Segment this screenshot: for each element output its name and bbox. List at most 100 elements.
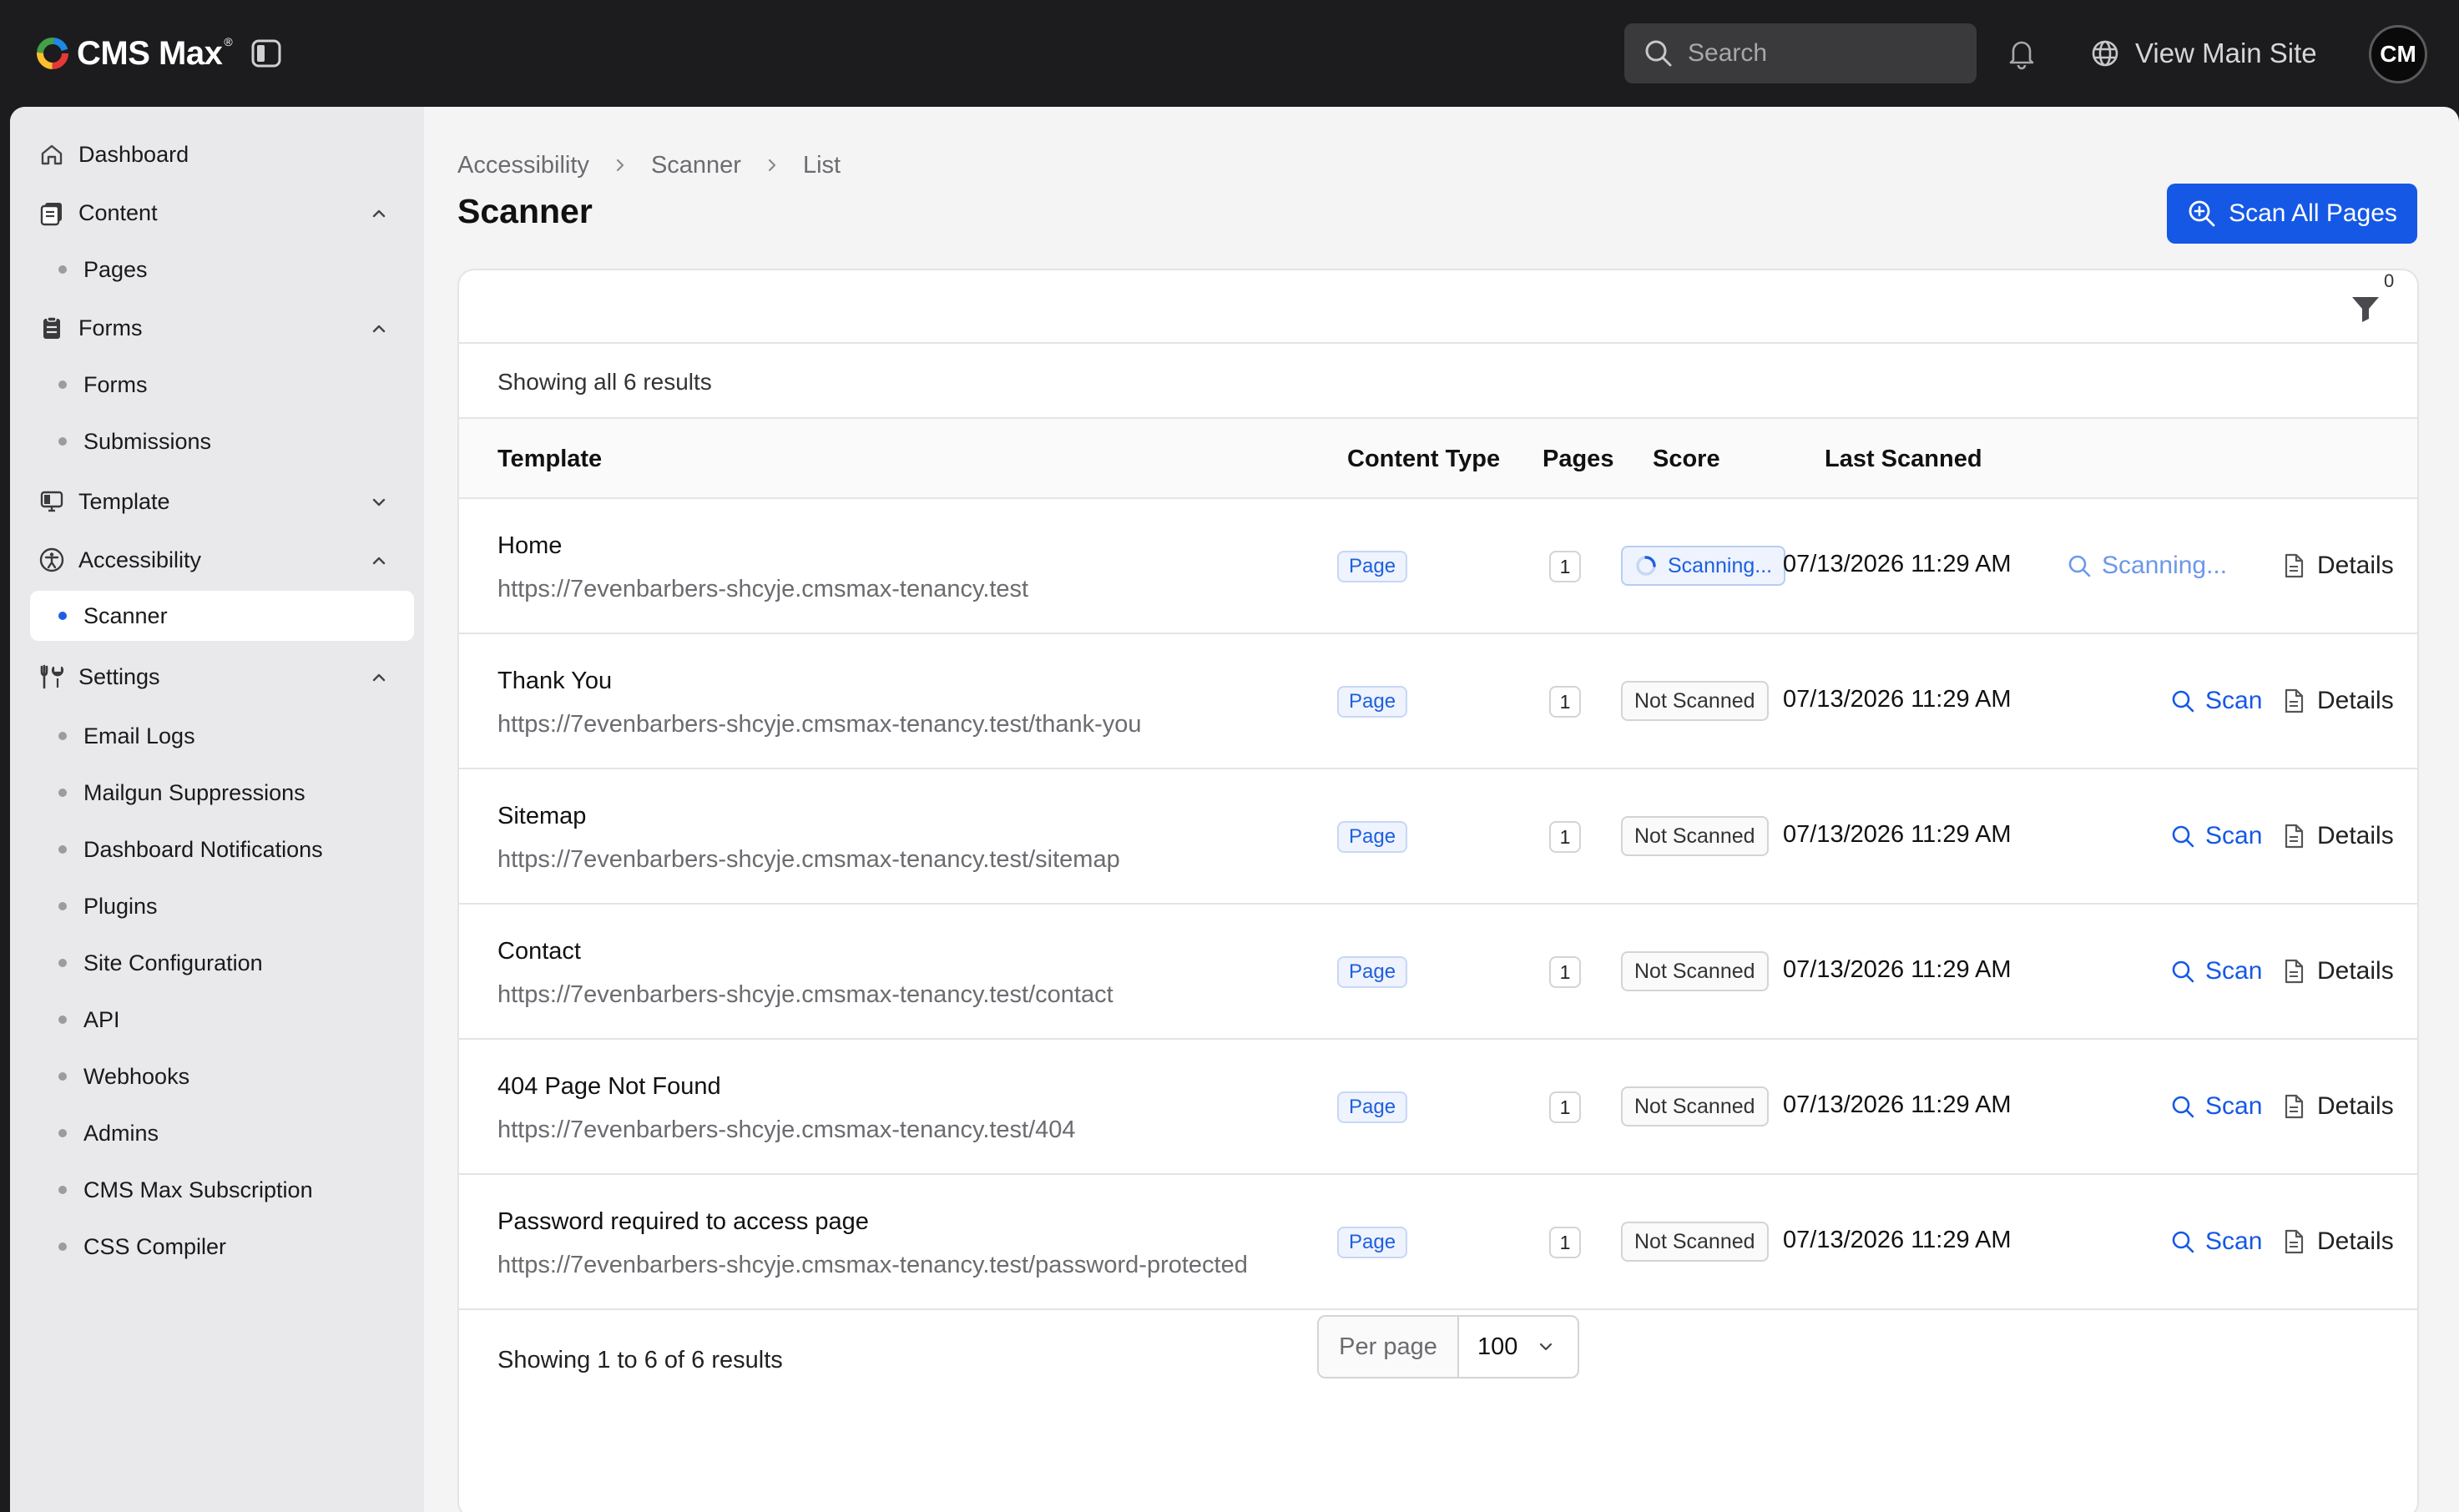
chevron-down-icon[interactable]	[367, 491, 391, 514]
sidebar-item-label: Plugins	[83, 893, 158, 919]
top-bar: CMS Max ® View Main Site CM	[0, 0, 2459, 107]
chevron-right-icon	[616, 159, 624, 172]
sidebar-toggle-icon[interactable]	[250, 38, 282, 68]
score-status-label: Not Scanned	[1634, 959, 1755, 983]
scan-button[interactable]: Scan	[2170, 1090, 2262, 1123]
document-icon	[2285, 553, 2304, 578]
sidebar-item-forms[interactable]: Forms	[38, 307, 143, 349]
view-main-site-label: View Main Site	[2135, 38, 2317, 68]
score-status-label: Not Scanned	[1634, 1094, 1755, 1118]
sidebar-item-settings-sub[interactable]: API	[58, 999, 120, 1041]
details-button[interactable]: Details	[2282, 819, 2394, 853]
scan-button[interactable]: Scan	[2170, 955, 2262, 988]
sidebar-item-pages[interactable]: Pages	[58, 249, 148, 290]
breadcrumb-item-scanner[interactable]: Scanner	[651, 152, 741, 179]
search-icon	[1645, 40, 1672, 67]
forms-icon	[43, 316, 60, 339]
settings-icon	[40, 664, 64, 689]
column-header-template[interactable]: Template	[497, 446, 602, 473]
spinner-icon	[1636, 556, 1656, 576]
bullet-dot	[58, 732, 67, 740]
sidebar-item-settings-sub[interactable]: Plugins	[58, 885, 158, 927]
document-icon	[2285, 1229, 2304, 1254]
column-header-score[interactable]: Score	[1653, 446, 1720, 473]
scan-button[interactable]: Scan	[2170, 819, 2262, 853]
pages-count-badge: 1	[1549, 821, 1581, 853]
column-header-pages[interactable]: Pages	[1543, 446, 1613, 473]
bullet-dot	[58, 612, 67, 620]
sidebar-item-settings-sub[interactable]: CSS Compiler	[58, 1226, 226, 1268]
pages-count-badge: 1	[1549, 686, 1581, 718]
sidebar-item-template[interactable]: Template	[38, 481, 170, 522]
details-button[interactable]: Details	[2282, 684, 2394, 718]
scanning-indicator: Scanning...	[2067, 549, 2227, 582]
sidebar-item-settings-sub[interactable]: Email Logs	[58, 715, 195, 757]
chevron-up-icon[interactable]	[367, 666, 391, 689]
chevron-up-icon[interactable]	[367, 202, 391, 225]
avatar[interactable]: CM	[2369, 25, 2427, 83]
zoom-plus-icon	[2189, 200, 2215, 227]
sidebar-item-settings-sub[interactable]: Dashboard Notifications	[58, 829, 323, 870]
breadcrumb-item-accessibility[interactable]: Accessibility	[457, 152, 589, 179]
sidebar-item-accessibility[interactable]: Accessibility	[38, 539, 201, 581]
bell-icon[interactable]	[2005, 37, 2038, 70]
per-page-label: Per page	[1319, 1317, 1459, 1377]
details-button[interactable]: Details	[2282, 955, 2394, 988]
sidebar-item-dashboard[interactable]: Dashboard	[38, 134, 189, 175]
details-label: Details	[2317, 687, 2394, 714]
pages-count-badge: 1	[1549, 956, 1581, 988]
details-button[interactable]: Details	[2282, 1090, 2394, 1123]
scan-button[interactable]: Scan	[2170, 1225, 2262, 1258]
search-box[interactable]	[1624, 23, 1977, 83]
sidebar-item-submissions[interactable]: Submissions	[58, 421, 211, 462]
score-status-badge: Not Scanned	[1621, 816, 1769, 856]
details-button[interactable]: Details	[2282, 1225, 2394, 1258]
row-title: Sitemap	[497, 803, 587, 829]
sidebar-item-settings-sub[interactable]: CMS Max Subscription	[58, 1169, 313, 1211]
chevron-up-icon[interactable]	[367, 549, 391, 572]
sidebar-item-settings-sub[interactable]: Webhooks	[58, 1056, 189, 1097]
sidebar-item-scanner[interactable]: Scanner	[58, 595, 168, 637]
view-main-site-link[interactable]: View Main Site	[2090, 33, 2317, 73]
per-page-value[interactable]: 100	[1459, 1317, 1578, 1377]
details-label: Details	[2317, 1092, 2394, 1120]
scan-action-label: Scan	[2205, 1227, 2263, 1255]
breadcrumb-item-list: List	[802, 151, 841, 179]
search-icon	[2068, 555, 2091, 577]
divider	[459, 417, 2417, 419]
search-icon	[2172, 1096, 2194, 1118]
sidebar-item-settings-sub[interactable]: Site Configuration	[58, 942, 263, 984]
chevron-down-icon	[1540, 1343, 1553, 1351]
filter-icon[interactable]	[2347, 289, 2384, 325]
chevron-up-icon[interactable]	[367, 317, 391, 340]
results-summary: Showing all 6 results	[497, 369, 712, 395]
sidebar-item-settings-sub[interactable]: Admins	[58, 1112, 159, 1154]
per-page-select[interactable]: Per page 100	[1317, 1315, 1579, 1378]
sidebar-item-content[interactable]: Content	[38, 192, 158, 234]
accessibility-icon	[39, 547, 64, 572]
sidebar-item-forms-list[interactable]: Forms	[58, 364, 148, 406]
template-icon	[40, 491, 63, 512]
sidebar-item-settings-sub[interactable]: Mailgun Suppressions	[58, 772, 305, 814]
details-label: Details	[2317, 1227, 2394, 1255]
bullet-dot	[58, 845, 67, 854]
sidebar-item-settings[interactable]: Settings	[38, 656, 160, 698]
sidebar-item-label: Scanner	[83, 602, 168, 628]
scan-all-pages-button[interactable]: Scan All Pages	[2167, 184, 2417, 244]
last-scanned-date: 07/13/2026 11:29 AM	[1783, 821, 2012, 848]
details-button[interactable]: Details	[2282, 549, 2394, 582]
sidebar-item-label: Webhooks	[83, 1063, 190, 1089]
app-logo[interactable]: CMS Max ®	[35, 33, 233, 73]
last-scanned-date: 07/13/2026 11:29 AM	[1783, 956, 2012, 983]
row-title: Home	[497, 532, 563, 559]
search-icon	[2172, 1231, 2194, 1253]
column-header-content-type[interactable]: Content Type	[1347, 446, 1500, 473]
search-input[interactable]	[1688, 39, 1938, 68]
details-label: Details	[2317, 957, 2394, 985]
content-type-badge: Page	[1337, 551, 1408, 582]
scan-button[interactable]: Scan	[2170, 684, 2262, 718]
breadcrumb: Accessibility Scanner List	[457, 149, 841, 182]
pages-count-badge: 1	[1549, 551, 1581, 582]
row-title: Contact	[497, 938, 581, 965]
column-header-last-scanned[interactable]: Last Scanned	[1825, 446, 1982, 473]
